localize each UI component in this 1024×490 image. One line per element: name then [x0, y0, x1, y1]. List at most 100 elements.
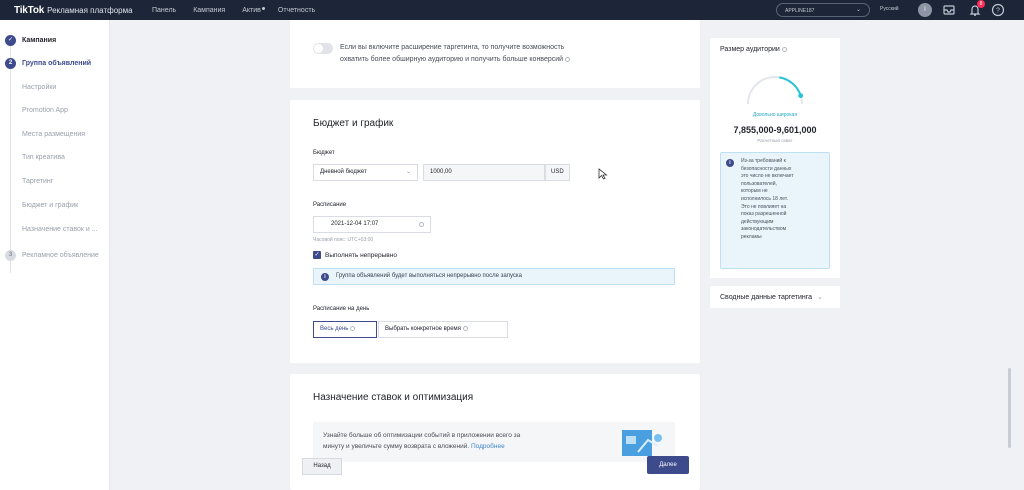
timezone-note: Часовой пояс: UTC+03:00: [313, 237, 374, 243]
sidebar-item-settings[interactable]: Настройки: [0, 77, 110, 97]
logo[interactable]: TikTok Рекламная платформа: [0, 0, 152, 20]
note-line: которым не: [741, 188, 768, 195]
schedule-start-input[interactable]: 2021-12-04 17:07: [313, 216, 431, 233]
sidebar-item-budget[interactable]: Бюджет и график: [0, 195, 110, 215]
targeting-summary-toggle[interactable]: Сводные данные таргетинга ⌄: [710, 286, 840, 308]
targeting-expansion-panel: Если вы включите расширение таргетинга, …: [290, 20, 700, 88]
gauge-label: Довольно широкая: [752, 112, 798, 118]
targeting-expansion-toggle[interactable]: [313, 43, 333, 54]
info-icon: i: [726, 159, 734, 167]
currency-label: USD: [545, 164, 570, 181]
note-line: это число не включает: [741, 173, 794, 180]
audience-gauge: [747, 76, 804, 105]
dayparting-all-day[interactable]: Весь день: [313, 321, 377, 338]
sidebar-item-label: Тип креатива: [22, 153, 65, 161]
clock-icon: [419, 222, 424, 227]
sidebar-item-label: Группа объявлений: [22, 59, 92, 67]
nav-dashboard[interactable]: Панель: [152, 7, 176, 14]
budget-label: Бюджет: [313, 150, 335, 156]
chevron-down-icon: ⌄: [855, 7, 861, 13]
note-line: исполнилось 18 лет.: [741, 195, 788, 202]
chevron-down-icon: ⌄: [405, 169, 411, 175]
sidebar-item-label: Кампания: [22, 36, 57, 44]
dayparting-option-label: Весь день: [320, 326, 349, 333]
sidebar-item-promotion-app[interactable]: Promotion App: [0, 100, 110, 120]
top-bar: TikTok Рекламная платформа Панель Кампан…: [0, 0, 1024, 20]
top-nav: Панель Кампания Актив Отчетность: [152, 0, 332, 20]
targeting-summary-label: Сводные данные таргетинга: [720, 294, 813, 301]
continuous-checkbox[interactable]: ✓: [313, 251, 321, 259]
budget-amount-input[interactable]: 1000,00: [423, 164, 545, 181]
nav-campaign[interactable]: Кампания: [193, 7, 225, 14]
language-selector[interactable]: Русский: [880, 6, 899, 12]
logo-suffix: Рекламная платформа: [47, 5, 133, 15]
sidebar-item-campaign[interactable]: ✓ Кампания: [0, 30, 110, 50]
sidebar: ✓ Кампания 2 Группа объявлений Настройки…: [0, 20, 110, 490]
continuous-info-bar: i Группа объявлений будет выполняться не…: [313, 268, 675, 285]
audience-title: Размер аудитории: [720, 46, 787, 53]
targeting-expansion-text: Если вы включите расширение таргетинга, …: [340, 42, 571, 66]
sidebar-item-label: Назначение ставок и ...: [22, 225, 98, 233]
sidebar-item-label: Настройки: [22, 83, 57, 91]
avatar[interactable]: I: [918, 3, 932, 17]
notification-badge: 8: [977, 0, 985, 8]
budget-amount-value: 1000,00: [430, 169, 452, 175]
schedule-label: Расписание: [313, 202, 347, 208]
scrollbar-thumb[interactable]: [1008, 368, 1011, 448]
budget-schedule-panel: Бюджет и график Бюджет Дневной бюджет ⌄ …: [290, 100, 700, 363]
audience-title-text: Размер аудитории: [720, 46, 780, 53]
sidebar-item-ad-group[interactable]: 2 Группа объявлений: [0, 53, 110, 73]
info-icon[interactable]: [781, 46, 787, 52]
check-icon: ✓: [5, 34, 16, 46]
continuous-info-text: Группа объявлений будет выполняться непр…: [336, 273, 522, 279]
info-icon[interactable]: [565, 56, 571, 62]
promo-line-2: минуту и увеличьте сумму возврата с влож…: [323, 443, 470, 450]
info-icon: [350, 326, 356, 331]
note-line: пользователей,: [741, 180, 777, 187]
help-icon[interactable]: ?: [991, 3, 1005, 17]
note-line: действующим: [741, 218, 774, 225]
step-number: 2: [5, 57, 16, 69]
sidebar-item-label: Рекламное объявление: [22, 251, 99, 259]
nav-reporting[interactable]: Отчетность: [278, 7, 315, 14]
sidebar-item-targeting[interactable]: Таргетинг: [0, 171, 110, 191]
nav-assets[interactable]: Актив: [242, 6, 265, 14]
targeting-expansion-line-2: охватить более обширную аудиторию и полу…: [340, 56, 564, 63]
section-title: Бюджет и график: [313, 118, 394, 129]
targeting-expansion-line-1: Если вы включите расширение таргетинга, …: [340, 44, 565, 51]
account-name: APPLINE187: [785, 8, 815, 14]
promo-line-1: Узнайте больше об оптимизации событий в …: [323, 432, 521, 439]
audience-range: 7,855,000-9,601,000: [733, 125, 817, 135]
sidebar-item-label: Таргетинг: [22, 177, 54, 185]
budget-type-select[interactable]: Дневной бюджет ⌄: [313, 164, 418, 181]
chevron-down-icon: ⌄: [817, 294, 823, 301]
note-line: рекламы: [741, 233, 762, 240]
budget-type-value: Дневной бюджет: [320, 169, 367, 175]
note-line: безопасности данных: [741, 165, 792, 172]
sidebar-item-label: Бюджет и график: [22, 201, 79, 209]
sidebar-item-label: Места размещения: [22, 130, 86, 138]
promo-link[interactable]: Подробнее: [471, 443, 505, 450]
continuous-label: Выполнять непрерывно: [325, 252, 397, 259]
sidebar-item-ad[interactable]: 3 Рекламное объявление: [0, 245, 110, 265]
inbox-icon[interactable]: [942, 3, 956, 17]
dayparting-specific-time[interactable]: Выбрать конкретное время: [378, 321, 508, 338]
dayparting-label: Расписание на день: [313, 306, 370, 312]
account-selector[interactable]: APPLINE187 ⌄: [776, 3, 870, 17]
info-icon: i: [321, 273, 329, 281]
sidebar-item-bidding[interactable]: Назначение ставок и ...: [0, 219, 110, 239]
estimate-label: Расчетный охват: [757, 138, 793, 143]
back-button[interactable]: Назад: [302, 458, 342, 475]
dayparting-option-label: Выбрать конкретное время: [385, 326, 461, 333]
promo-text: Узнайте больше об оптимизации событий в …: [323, 430, 520, 452]
sidebar-item-label: Promotion App: [22, 106, 68, 114]
section-title: Назначение ставок и оптимизация: [313, 392, 474, 403]
next-button[interactable]: Далее: [647, 456, 689, 474]
step-number: 3: [5, 249, 16, 261]
sidebar-item-placements[interactable]: Места размещения: [0, 124, 110, 144]
logo-brand: TikTok: [14, 4, 45, 16]
footer-actions: Назад Далее: [290, 450, 700, 480]
audience-note: i Из-за требований к безопасности данных…: [720, 152, 830, 269]
sidebar-item-creative-type[interactable]: Тип креатива: [0, 147, 110, 167]
note-line: законодательством: [741, 226, 787, 233]
